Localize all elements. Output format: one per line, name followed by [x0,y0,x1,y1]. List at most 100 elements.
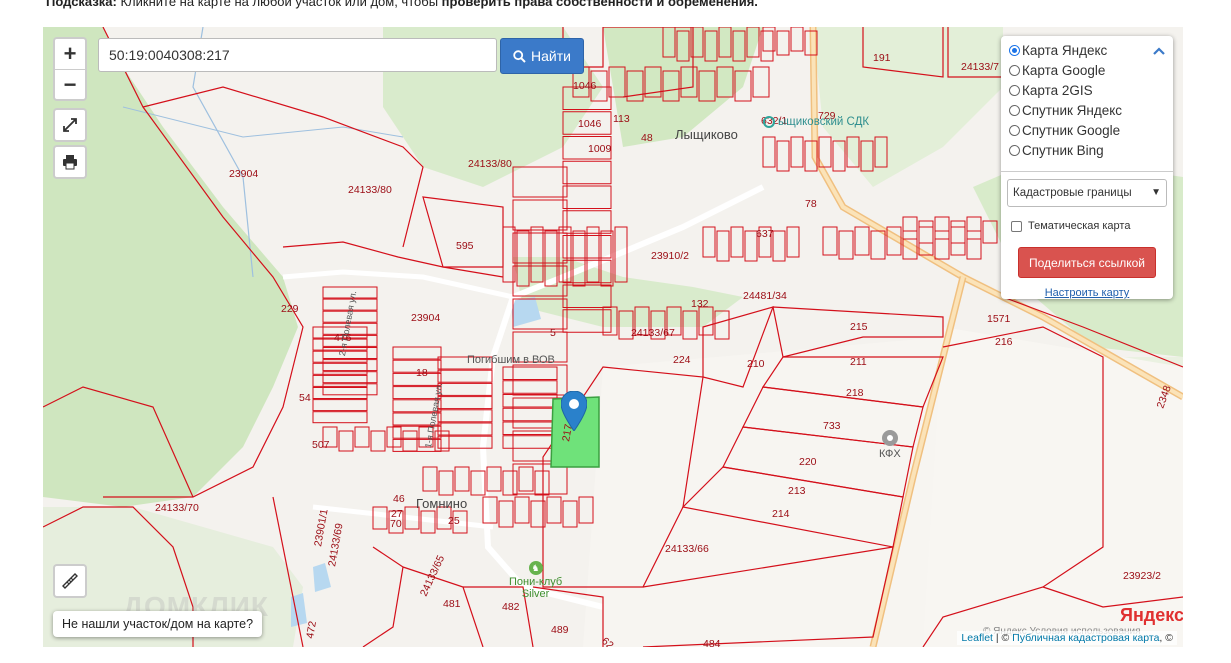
layer-radio[interactable] [1009,64,1020,76]
parcel-number-label: 24133/69 [326,522,345,567]
parcel-number-label: 24133/65 [418,553,447,598]
layer-option[interactable]: Спутник Яндекс [1009,101,1122,119]
print-control [53,145,87,179]
map-view[interactable]: 23904 24133/80 24133/80 23904 595 23910/2 2448… [43,27,1183,647]
parcel-number-label: 24481/34 [743,290,787,302]
layer-radio[interactable] [1009,44,1020,56]
hint-body: Кликните на карте на любой участок или д… [116,0,442,9]
parcel-number-label: 1046 [573,80,597,92]
layer-option[interactable]: Спутник Bing [1009,141,1104,159]
parcel-number-label: 23910/2 [651,250,689,262]
parcel-number-label: 482 [502,601,520,613]
parcel-number-label: 218 [846,387,864,399]
parcel-outline [918,220,934,244]
parcel-outline [437,369,493,383]
parcel-outline [934,230,950,260]
zoom-control: + − [53,37,87,101]
print-button[interactable] [55,147,85,177]
parcel-outline [392,346,442,360]
parcel-number-label: 24133/67 [631,327,675,339]
zoom-out-button[interactable]: − [55,69,85,100]
parcel-outline [312,374,368,387]
parcel-outline [578,496,594,524]
parcel-number-label: 18 [416,367,428,379]
pony-club-poi: ♞ Пони-клуб Silver [509,561,562,600]
parcel-outline [870,230,886,260]
parcel-outline [312,387,368,399]
not-found-button[interactable]: Не нашли участок/дом на карте? [53,611,263,637]
parcel-number-label: 24133/66 [665,543,709,555]
kfh-label: КФХ [879,448,901,460]
parcel-number-label: 23904 [411,312,440,324]
layer-option-label: Карта Google [1022,62,1106,78]
cadastral-search-input[interactable] [98,38,497,72]
configure-map-link[interactable]: Настроить карту [1001,287,1173,299]
parcel-number-label: 224 [673,354,691,366]
measure-button[interactable] [55,566,85,596]
layer-panel: Карта Яндекс Карта Google Карта 2GIS Спутни… [1001,36,1173,299]
layer-radio[interactable] [1009,84,1020,96]
fullscreen-icon [63,118,77,132]
parcel-number-label: 191 [873,52,891,64]
layer-option-label: Карта Яндекс [1022,42,1108,58]
parcel-outline [322,371,378,384]
thematic-map-label: Тематическая карта [1028,220,1131,232]
parcel-number-label: 5 [550,327,556,339]
search-button[interactable]: Найти [500,38,584,74]
layer-option-label: Карта 2GIS [1022,82,1093,98]
parcel-number-label: 637 [756,228,774,240]
cadastre-link[interactable]: Публичная кадастровая карта [1012,632,1159,644]
parcel-number-label: 489 [551,624,569,636]
parcel-number-label: 1571 [987,313,1011,325]
parcel-number-label: 481 [443,598,461,610]
parcel-outline [422,466,438,492]
fullscreen-control [53,108,87,142]
parcel-number-label: 214 [772,508,790,520]
location-pin-icon[interactable] [561,391,587,431]
parcel-outline [950,226,966,256]
parcel-outline [776,140,790,172]
hint-bold: проверить права собственности и обремене… [441,0,758,9]
leaflet-link[interactable]: Leaflet [961,632,993,644]
zoom-in-button[interactable]: + [55,39,85,69]
layer-option[interactable]: Карта Яндекс [1009,41,1107,59]
fullscreen-button[interactable] [55,110,85,140]
parcel-number-label: 54 [299,392,311,404]
parcel-number-label: 48 [641,132,653,144]
layer-radio[interactable] [1009,144,1020,156]
parcel-outline [512,166,568,198]
parcel-number-label: 23904 [229,168,258,180]
attribution-sep: | © [992,632,1013,644]
parcel-outline [502,366,558,380]
parcel-number-label: 1009 [588,143,612,155]
parcel-outline [786,226,800,258]
parcel-number-label: 23923/2 [1123,570,1161,582]
search-icon [513,49,526,63]
parcel-number-label: 24133/80 [468,158,512,170]
kfh-icon [881,430,898,446]
thematic-map-toggle[interactable]: Тематическая карта [1011,220,1130,232]
thematic-map-checkbox[interactable] [1011,220,1022,232]
parcel-outline [372,506,388,530]
parcel-outline [437,382,493,396]
parcel-outline [772,230,786,262]
layer-radio[interactable] [1009,124,1020,136]
layer-option[interactable]: Карта 2GIS [1009,81,1093,99]
sdk-poi: ыщиковский СДК [763,116,869,128]
parcel-outline [822,226,838,256]
parcel-outline [562,185,612,209]
layer-option[interactable]: Спутник Google [1009,121,1120,139]
layer-select[interactable]: Кадастровые границы ▼ [1007,179,1167,207]
village-label-lyshchikovo: Лыщиково [675,127,738,142]
share-link-button[interactable]: Поделиться ссылкой [1018,247,1156,278]
layer-option[interactable]: Карта Google [1009,61,1105,79]
parcel-number-label: 229 [281,303,299,315]
panel-divider [1001,171,1173,172]
layer-radio[interactable] [1009,104,1020,116]
chevron-down-icon: ▼ [1151,187,1161,198]
parcel-outline [486,466,502,492]
parcel-outline [762,136,776,168]
parcel-outline [438,470,454,496]
chevron-up-icon[interactable] [1153,42,1165,58]
parcel-outline [512,199,568,231]
